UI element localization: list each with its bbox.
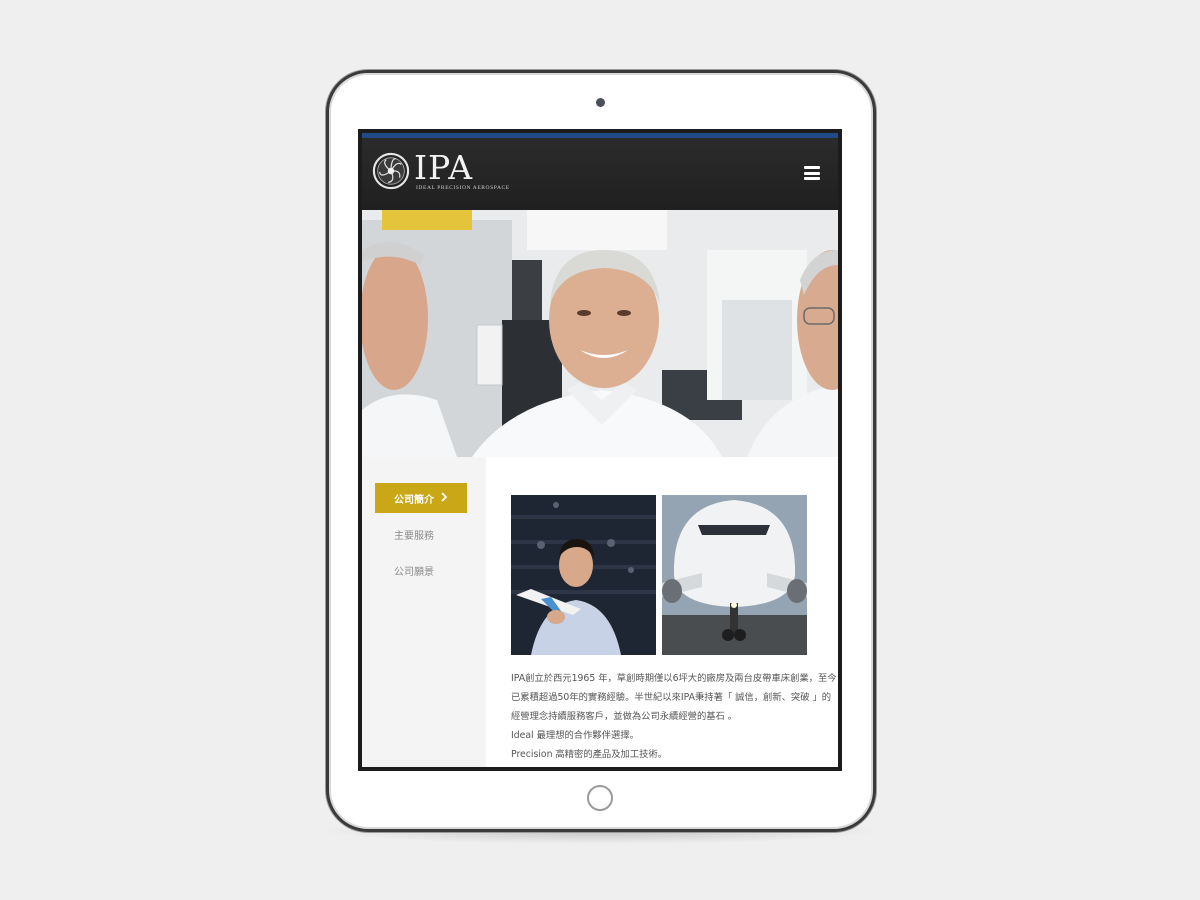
home-button[interactable]: [587, 785, 613, 811]
photo-airplane-front: [662, 495, 807, 655]
hero-image: [362, 210, 838, 457]
hamburger-menu-icon[interactable]: [804, 166, 820, 180]
photo-airplane-illustration: [662, 495, 807, 655]
sidebar-item-main-services[interactable]: 主要服務: [375, 519, 467, 549]
camera-icon: [596, 98, 605, 107]
sidebar-item-label: 主要服務: [394, 530, 434, 542]
site-logo[interactable]: IPA IDEAL PRECISION AEROSPACE: [372, 148, 510, 196]
hero-photo-illustration: [362, 210, 838, 457]
sidebar-item-label: 公司簡介: [394, 494, 434, 506]
sidebar-nav: 公司簡介 主要服務 公司願景: [362, 457, 486, 767]
turbine-logo-icon: [372, 152, 410, 190]
sidebar-item-company-vision[interactable]: 公司願景: [375, 555, 467, 585]
photo-man-illustration: [511, 495, 656, 655]
intro-paragraph-line: IPA創立於西元1965 年，草創時期僅以6坪大的廠房及兩台皮帶車床創業，至今: [511, 673, 837, 684]
sidebar-item-company-intro[interactable]: 公司簡介: [375, 483, 467, 513]
precision-line: Precision 高精密的產品及加工技術。: [511, 749, 667, 760]
intro-paragraph-line: 已累積超過50年的實務經驗。半世紀以來IPA秉持著「 誠信，創新、突破 」的: [511, 692, 832, 703]
tablet-screen: IPA IDEAL PRECISION AEROSPACE 公司簡介 主要服務 …: [358, 129, 842, 771]
brand-tagline: IDEAL PRECISION AEROSPACE: [416, 185, 510, 191]
ideal-line: Ideal 最理想的合作夥伴選擇。: [511, 730, 639, 741]
chevron-right-icon: [441, 492, 448, 502]
content-area: 公司簡介 主要服務 公司願景 IPA創立於西元1965 年，草創時期僅以6坪大的…: [362, 457, 838, 767]
brand-name: IPA: [414, 148, 474, 187]
site-header: IPA IDEAL PRECISION AEROSPACE: [362, 138, 838, 210]
company-intro-text: IPA創立於西元1965 年，草創時期僅以6坪大的廠房及兩台皮帶車床創業，至今 …: [511, 669, 837, 764]
photo-man-with-model-plane: [511, 495, 656, 655]
intro-paragraph-line: 經營理念持續服務客戶，並做為公司永續經營的基石 。: [511, 711, 738, 722]
sidebar-item-label: 公司願景: [394, 566, 434, 578]
